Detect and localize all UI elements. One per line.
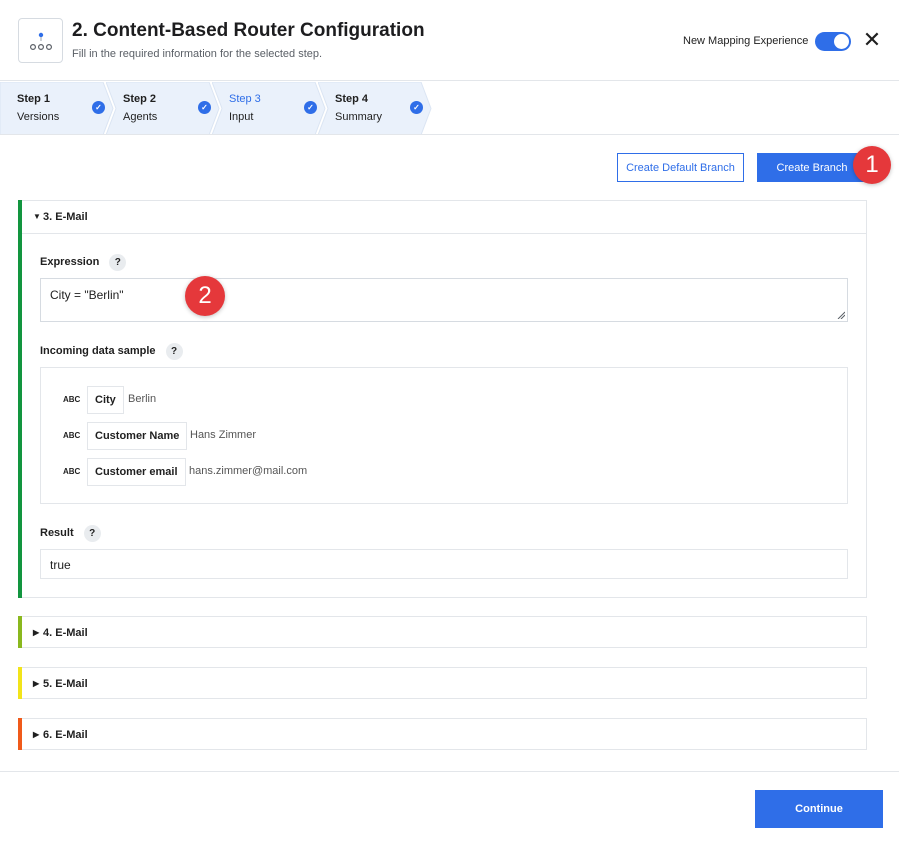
caret-right-icon: ▶ xyxy=(33,730,40,739)
incoming-data-sample: ABC City Berlin ABC Customer Name Hans Z… xyxy=(40,367,848,504)
mapping-experience-toggle[interactable] xyxy=(815,32,851,51)
field-value: hans.zimmer@mail.com xyxy=(189,465,308,477)
annotation-badge-2: 2 xyxy=(185,276,225,316)
stepper-divider xyxy=(0,134,899,135)
step-label: Agents xyxy=(123,111,158,123)
help-icon[interactable]: ? xyxy=(83,525,101,542)
help-icon[interactable]: ? xyxy=(109,254,127,271)
branch-header-5[interactable]: ▶ 5. E-Mail xyxy=(33,678,88,690)
branch-panel-3: ▼ 3. E-Mail Expression? City = "Berlin" I… xyxy=(18,200,867,598)
step-title: Step 4 xyxy=(335,93,369,105)
type-badge: ABC xyxy=(63,467,81,476)
caret-right-icon: ▶ xyxy=(33,628,40,637)
resize-grip-icon[interactable] xyxy=(837,311,845,319)
field-value: Hans Zimmer xyxy=(190,429,257,441)
branch-accent xyxy=(18,200,22,598)
mapping-experience-label: New Mapping Experience xyxy=(683,35,809,47)
expression-input[interactable]: City = "Berlin" xyxy=(40,278,848,322)
branch-label: 5. E-Mail xyxy=(43,678,88,690)
step-title: Step 3 xyxy=(229,93,261,105)
dialog-title: 2. Content-Based Router Configuration xyxy=(72,20,425,41)
annotation-badge-1: 1 xyxy=(853,146,891,184)
dialog-subtitle: Fill in the required information for the… xyxy=(72,48,323,60)
create-branch-button[interactable]: Create Branch xyxy=(757,153,867,182)
branch-accent xyxy=(18,616,22,648)
field-chip-customer-name[interactable]: Customer Name xyxy=(87,422,188,450)
result-label-text: Result xyxy=(40,527,74,539)
result-label: Result? xyxy=(40,525,101,542)
sample-label-text: Incoming data sample xyxy=(40,345,156,357)
field-value: Berlin xyxy=(128,393,157,405)
branch-label: 3. E-Mail xyxy=(43,211,88,223)
branch-label: 4. E-Mail xyxy=(43,627,88,639)
step-label: Summary xyxy=(335,111,383,123)
result-field: true xyxy=(40,549,848,579)
branch-header-4[interactable]: ▶ 4. E-Mail xyxy=(33,627,88,639)
caret-right-icon: ▶ xyxy=(33,679,40,688)
continue-button[interactable]: Continue xyxy=(755,790,883,828)
check-circle-icon: ✓ xyxy=(198,101,211,114)
sample-label: Incoming data sample? xyxy=(40,343,183,360)
branch-header-6[interactable]: ▶ 6. E-Mail xyxy=(33,729,88,741)
step-title: Step 1 xyxy=(17,93,51,105)
step-title: Step 2 xyxy=(123,93,157,105)
check-circle-icon: ✓ xyxy=(92,101,105,114)
branch-panel-6[interactable]: ▶ 6. E-Mail xyxy=(18,718,867,750)
step-label: Versions xyxy=(17,111,60,123)
caret-down-icon: ▼ xyxy=(33,212,41,221)
type-badge: ABC xyxy=(63,431,81,440)
footer-divider xyxy=(0,771,899,772)
field-chip-city[interactable]: City xyxy=(87,386,124,414)
branch-accent xyxy=(18,718,22,750)
create-default-branch-button[interactable]: Create Default Branch xyxy=(617,153,744,182)
branch-header-3[interactable]: ▼ 3. E-Mail xyxy=(33,211,88,223)
stepper: Step 1 Versions ✓ Step 2 Agents ✓ Step 3… xyxy=(0,82,440,135)
branch-label: 6. E-Mail xyxy=(43,729,88,741)
expression-value: City = "Berlin" xyxy=(50,288,124,302)
type-badge: ABC xyxy=(63,395,81,404)
toggle-knob xyxy=(834,34,849,49)
check-circle-icon: ✓ xyxy=(304,101,317,114)
branch-accent xyxy=(18,667,22,699)
expression-label-text: Expression xyxy=(40,256,100,268)
step-summary[interactable]: Step 4 Summary ✓ xyxy=(318,82,432,135)
step-label: Input xyxy=(229,111,254,123)
check-circle-icon: ✓ xyxy=(410,101,423,114)
branch-panel-4[interactable]: ▶ 4. E-Mail xyxy=(18,616,867,648)
divider xyxy=(22,233,866,234)
close-icon[interactable]: ✕ xyxy=(862,29,882,51)
help-icon[interactable]: ? xyxy=(165,343,183,360)
dialog-header: 2. Content-Based Router Configuration Fi… xyxy=(0,0,899,81)
step-agents[interactable]: Step 2 Agents ✓ xyxy=(106,82,220,135)
step-input[interactable]: Step 3 Input ✓ xyxy=(212,82,326,135)
branch-panel-5[interactable]: ▶ 5. E-Mail xyxy=(18,667,867,699)
field-chip-customer-email[interactable]: Customer email xyxy=(87,458,186,486)
step-versions[interactable]: Step 1 Versions ✓ xyxy=(0,82,114,135)
expression-label: Expression? xyxy=(40,254,127,271)
router-node-icon xyxy=(18,18,63,63)
